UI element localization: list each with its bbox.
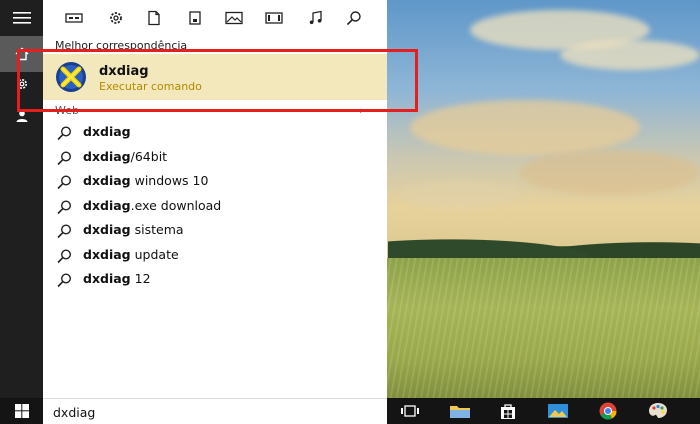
task-view-icon xyxy=(401,405,419,417)
web-suggestion-item[interactable]: dxdiag xyxy=(43,121,387,145)
suggestion-text: dxdiag.exe download xyxy=(83,198,221,213)
filter-documents-button[interactable] xyxy=(143,8,165,28)
suggestion-rest-text: windows 10 xyxy=(130,173,209,188)
suggestion-text: dxdiag 12 xyxy=(83,271,151,286)
web-suggestion-item[interactable]: dxdiag/64bit xyxy=(43,146,387,170)
taskbar-search-box[interactable] xyxy=(43,398,387,424)
search-input[interactable] xyxy=(53,403,373,421)
suggestion-bold-text: dxdiag xyxy=(83,246,131,262)
suggestion-text: dxdiag update xyxy=(83,247,179,262)
suggestion-rest-text: .exe download xyxy=(130,197,222,213)
filter-settings-button[interactable] xyxy=(105,8,127,28)
search-icon xyxy=(57,126,72,141)
highlight-annotation-frame xyxy=(17,49,418,112)
video-icon xyxy=(265,12,283,24)
filter-web-search-button[interactable] xyxy=(343,8,365,28)
web-suggestion-item[interactable]: dxdiag update xyxy=(43,244,387,268)
taskbar xyxy=(0,398,700,424)
document-icon xyxy=(148,10,160,26)
suggestion-bold-text: dxdiag xyxy=(83,271,131,286)
suggestion-text: dxdiag sistema xyxy=(83,222,184,237)
suggestion-rest-text: sistema xyxy=(130,222,184,237)
hamburger-menu-button[interactable] xyxy=(0,0,43,36)
suggestion-bold-text: dxdiag xyxy=(83,124,131,139)
filter-music-button[interactable] xyxy=(305,8,327,28)
suggestion-rest-text: update xyxy=(130,246,179,262)
web-suggestion-item[interactable]: dxdiag 12 xyxy=(43,268,387,292)
paint-palette-icon xyxy=(649,403,667,418)
filter-videos-button[interactable] xyxy=(263,8,285,28)
photo-icon xyxy=(225,11,243,25)
chrome-icon xyxy=(599,402,617,420)
search-icon xyxy=(57,273,72,288)
paint-button[interactable] xyxy=(646,401,670,421)
apps-icon xyxy=(65,13,83,23)
suggestion-text: dxdiag/64bit xyxy=(83,149,167,164)
suggestion-text: dxdiag xyxy=(83,124,131,139)
suggestion-rest-text: 12 xyxy=(130,271,151,286)
chrome-button[interactable] xyxy=(596,401,620,421)
wallpaper-cloud xyxy=(520,150,700,195)
store-button[interactable] xyxy=(496,401,520,421)
music-icon xyxy=(309,10,322,25)
search-icon xyxy=(346,11,361,26)
windows-logo-icon xyxy=(14,404,29,418)
search-filter-bar xyxy=(43,0,387,36)
search-icon xyxy=(57,175,72,190)
search-icon xyxy=(57,224,72,239)
gear-icon xyxy=(110,12,122,24)
suggestion-bold-text: dxdiag xyxy=(83,148,131,164)
photos-icon xyxy=(548,404,568,418)
suggestion-bold-text: dxdiag xyxy=(83,222,131,237)
wallpaper-cloud xyxy=(410,100,640,155)
store-bag-icon xyxy=(501,404,515,419)
filter-photos-button[interactable] xyxy=(223,8,245,28)
wallpaper-cloud xyxy=(400,180,520,210)
search-icon xyxy=(57,199,72,214)
suggestion-bold-text: dxdiag xyxy=(83,173,131,188)
photos-app-button[interactable] xyxy=(546,401,570,421)
web-suggestion-item[interactable]: dxdiag sistema xyxy=(43,219,387,243)
filter-folders-button[interactable] xyxy=(184,8,206,28)
search-icon xyxy=(57,248,72,263)
wallpaper-cloud xyxy=(560,40,700,70)
suggestion-text: dxdiag windows 10 xyxy=(83,173,208,188)
folder-icon xyxy=(450,406,470,418)
file-explorer-button[interactable] xyxy=(448,401,472,421)
folder-icon xyxy=(189,11,201,25)
search-icon xyxy=(57,150,72,165)
task-view-button[interactable] xyxy=(398,401,422,421)
start-button[interactable] xyxy=(0,398,43,424)
filter-apps-button[interactable] xyxy=(63,8,85,28)
web-suggestion-item[interactable]: dxdiag.exe download xyxy=(43,195,387,219)
suggestion-rest-text: /64bit xyxy=(130,148,168,164)
suggestion-bold-text: dxdiag xyxy=(83,197,131,213)
web-suggestion-item[interactable]: dxdiag windows 10 xyxy=(43,170,387,194)
hamburger-icon xyxy=(12,12,31,24)
